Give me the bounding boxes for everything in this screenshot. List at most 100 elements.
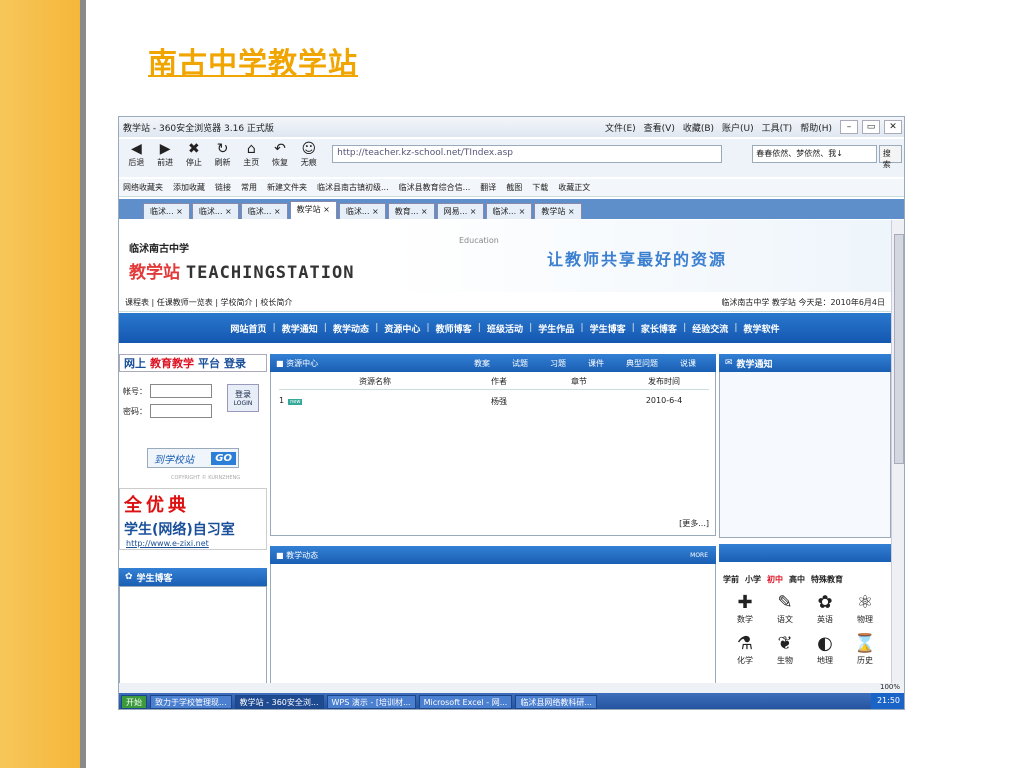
search-button[interactable]: 搜索 [878, 145, 902, 169]
subject-grid: ✚ 数学 ✎ 语文 ✿ 英语 ⚛ 物理 ⚗ 化学 ❦ 生物 ◐ 地理 ⌛ 历史 [725, 592, 890, 666]
tab-item[interactable]: 临沭... × [338, 203, 386, 219]
res-tab-exam[interactable]: 试题 [512, 358, 528, 369]
nav-parent-blog[interactable]: 家长博客 [641, 322, 677, 335]
tab-item[interactable]: 教学站 × [534, 203, 582, 219]
table-header: 资源名称 作者 章节 发布时间 [279, 376, 709, 390]
subject-english[interactable]: ✿ 英语 [805, 592, 845, 625]
resource-more-link[interactable]: [更多...] [679, 518, 709, 529]
fav-edu-info[interactable]: 临沭县教育综合信... [399, 182, 471, 193]
home-button[interactable]: ⌂ 主页 [238, 141, 265, 168]
site-logo: 教学站 TEACHINGSTATION [129, 263, 355, 283]
incognito-button[interactable]: ☺ 无痕 [295, 141, 322, 168]
stop-button[interactable]: ✖ 停止 [180, 141, 207, 168]
nav-teacher-blog[interactable]: 教师博客 [436, 322, 472, 335]
nav-software[interactable]: 教学软件 [744, 322, 780, 335]
fav-common[interactable]: 常用 [241, 182, 257, 193]
slide-side-line [80, 0, 86, 768]
table-row[interactable]: 1 new 杨强 2010-6-4 [279, 396, 709, 407]
res-tab-problems[interactable]: 典型问题 [626, 358, 658, 369]
fav-download[interactable]: 下载 [532, 182, 548, 193]
taskbar-item[interactable]: 临沭县网络教科研... [515, 695, 597, 709]
nav-experience[interactable]: 经验交流 [692, 322, 728, 335]
level-tab-active[interactable]: 初中 [767, 574, 783, 585]
menu-view[interactable]: 查看(V) [644, 121, 675, 134]
level-tab[interactable]: 特殊教育 [811, 574, 843, 585]
nav-notice[interactable]: 教学通知 [282, 322, 318, 335]
subject-chinese[interactable]: ✎ 语文 [765, 592, 805, 625]
refresh-button[interactable]: ↻ 刷新 [209, 141, 236, 168]
level-tab[interactable]: 学前 [723, 574, 739, 585]
taskbar-item[interactable]: WPS 演示 - [培训材... [326, 695, 416, 709]
tab-item[interactable]: 临沭... × [191, 203, 239, 219]
account-input[interactable] [150, 384, 212, 398]
menu-help[interactable]: 帮助(H) [800, 121, 832, 134]
fav-nangu-school[interactable]: 临沭县南古镇初级... [317, 182, 389, 193]
level-tab[interactable]: 高中 [789, 574, 805, 585]
menu-account[interactable]: 账户(U) [722, 121, 754, 134]
nav-resources[interactable]: 资源中心 [384, 322, 420, 335]
taskbar-item[interactable]: 致力于学校管理现... [150, 695, 232, 709]
level-tab[interactable]: 小学 [745, 574, 761, 585]
menu-favorites[interactable]: 收藏(B) [683, 121, 714, 134]
search-input[interactable]: 春春依然、梦依然、我↓ [752, 145, 877, 163]
nav-dynamics[interactable]: 教学动态 [333, 322, 369, 335]
fav-add[interactable]: 添加收藏 [173, 182, 205, 193]
res-tab-exercise[interactable]: 习题 [550, 358, 566, 369]
fav-new-folder[interactable]: 新建文件夹 [267, 182, 307, 193]
res-tab-talk[interactable]: 说课 [680, 358, 696, 369]
back-button[interactable]: ◀ 后退 [123, 141, 150, 168]
minimize-icon[interactable]: – [840, 120, 858, 134]
fav-network[interactable]: 网络收藏夹 [123, 182, 163, 193]
tab-item[interactable]: 教育... × [387, 203, 435, 219]
taskbar-item-active[interactable]: 教学站 - 360安全浏... [234, 695, 324, 709]
refresh-icon: ↻ [216, 141, 229, 157]
fav-links[interactable]: 链接 [215, 182, 231, 193]
system-clock: 21:50 [870, 693, 904, 709]
nav-works[interactable]: 学生作品 [538, 322, 574, 335]
fav-translate[interactable]: 翻译 [480, 182, 496, 193]
subject-geography[interactable]: ◐ 地理 [805, 633, 845, 666]
zoom-level[interactable]: 100% [880, 683, 900, 691]
go-school-button[interactable]: 到学校站 GO [147, 448, 239, 468]
subjects-header [719, 544, 891, 562]
tab-item-active[interactable]: 教学站 × [289, 201, 337, 219]
nav-home[interactable]: 网站首页 [230, 322, 266, 335]
dynamics-more-link[interactable]: MORE [690, 552, 708, 559]
ad-banner[interactable]: 全优典 学生(网络)自习室 http://www.e-zixi.net [119, 488, 267, 550]
tab-item[interactable]: 临沭... × [240, 203, 288, 219]
subject-history[interactable]: ⌛ 历史 [845, 633, 885, 666]
start-button[interactable]: 开始 [121, 695, 147, 709]
top-links[interactable]: 课程表 | 任课教师一览表 | 学校简介 | 校长简介 [125, 297, 292, 308]
menu-tools[interactable]: 工具(T) [762, 121, 793, 134]
taskbar-item[interactable]: Microsoft Excel - 网... [418, 695, 513, 709]
maximize-icon[interactable]: ▭ [862, 120, 880, 134]
geography-icon: ◐ [817, 633, 833, 654]
res-tab-lesson[interactable]: 教案 [474, 358, 490, 369]
fav-screenshot[interactable]: 截图 [506, 182, 522, 193]
subject-chemistry[interactable]: ⚗ 化学 [725, 633, 765, 666]
nav-student-blog[interactable]: 学生博客 [590, 322, 626, 335]
subject-math[interactable]: ✚ 数学 [725, 592, 765, 625]
tab-item[interactable]: 临沭... × [485, 203, 533, 219]
restore-button[interactable]: ↶ 恢复 [267, 141, 294, 168]
close-icon[interactable]: ✕ [884, 120, 902, 134]
address-bar[interactable]: http://teacher.kz-school.net/TIndex.asp [332, 145, 723, 163]
notice-body [719, 372, 891, 538]
password-input[interactable] [150, 404, 212, 418]
forward-button[interactable]: ▶ 前进 [152, 141, 179, 168]
chinese-icon: ✎ [777, 592, 793, 613]
login-button[interactable]: 登录 LOGIN [227, 384, 259, 412]
tab-item[interactable]: 网易... × [436, 203, 484, 219]
fav-save-text[interactable]: 收藏正文 [558, 182, 590, 193]
slide-title: 南古中学教学站 [148, 46, 359, 80]
scrollbar-thumb[interactable] [894, 234, 904, 464]
nav-class[interactable]: 班级活动 [487, 322, 523, 335]
subject-physics[interactable]: ⚛ 物理 [845, 592, 885, 625]
home-icon: ⌂ [246, 141, 256, 157]
res-tab-courseware[interactable]: 课件 [588, 358, 604, 369]
subject-biology[interactable]: ❦ 生物 [765, 633, 805, 666]
menu-file[interactable]: 文件(E) [605, 121, 636, 134]
vertical-scrollbar[interactable] [891, 220, 904, 683]
tab-item[interactable]: 临沭... × [143, 203, 190, 219]
english-icon: ✿ [817, 592, 833, 613]
